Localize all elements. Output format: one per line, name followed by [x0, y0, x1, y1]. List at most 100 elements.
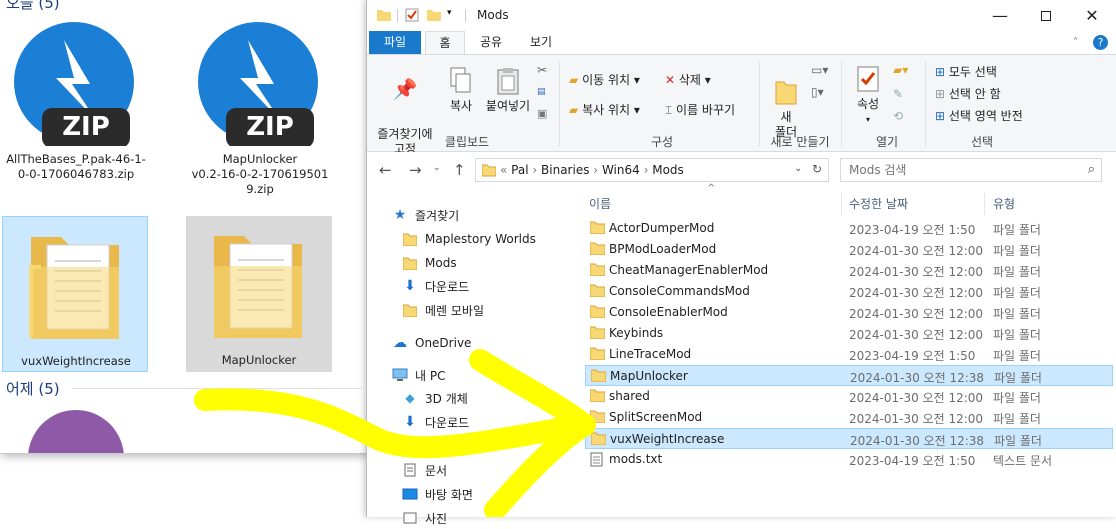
maximize-button[interactable]	[1023, 0, 1069, 31]
file-name: MapUnlocker	[610, 369, 688, 383]
folder-icon	[401, 255, 419, 271]
file-name: ActorDumperMod	[609, 221, 715, 235]
file-date: 2024-01-30 오전 12:00	[849, 391, 984, 405]
select-group-label: 선택	[970, 135, 994, 149]
address-bar[interactable]: « Pal › Binaries › Win64 › Mods ⌄ ↻	[475, 158, 829, 182]
tab-share[interactable]: 공유	[469, 31, 513, 55]
nav-item-videos[interactable]: 동영상	[401, 435, 458, 457]
nav-item-downloads[interactable]: ⬇ 다운로드	[401, 275, 469, 297]
qat-customize-chevron-icon[interactable]: ▾	[447, 8, 452, 18]
properties-button[interactable]: 속성 ▾	[849, 65, 887, 127]
search-icon[interactable]: ⌕	[1088, 162, 1095, 177]
open-icon[interactable]: ▰▾	[893, 63, 908, 77]
invert-selection-button[interactable]: ⊞ 선택 영역 반전	[935, 107, 1023, 124]
file-row[interactable]: ConsoleCommandsMod 2024-01-30 오전 12:00 파일 …	[585, 281, 1113, 302]
move-to-icon: ▰	[569, 73, 579, 87]
nav-item-maplestory-worlds[interactable]: Maplestory Worlds	[401, 228, 536, 250]
move-to-button[interactable]: ▰ 이동 위치 ▾	[569, 71, 640, 88]
nav-item-3d-objects[interactable]: ◆ 3D 개체	[401, 387, 467, 409]
tab-file[interactable]: 파일	[369, 31, 421, 55]
zip-file-tile[interactable]: ZIP AllTheBases_P.pak-46-1- 0-0-17060467…	[2, 18, 150, 188]
address-history-chevron-icon[interactable]: ⌄	[794, 163, 802, 174]
refresh-icon[interactable]: ↻	[812, 162, 822, 176]
nav-item-mods[interactable]: Mods	[401, 252, 457, 274]
file-date: 2024-01-30 오전 12:38	[850, 434, 985, 448]
nav-quick-access[interactable]: ★ 즐겨찾기	[391, 204, 459, 226]
breadcrumb-item[interactable]: Win64	[602, 163, 640, 177]
history-icon[interactable]: ⟲	[893, 109, 903, 123]
back-arrow-icon[interactable]: ←	[379, 161, 392, 179]
new-folder-qat-icon[interactable]	[427, 8, 441, 22]
file-type: 파일 폴더	[993, 265, 1041, 279]
up-arrow-icon[interactable]: ↑	[453, 161, 466, 179]
file-row[interactable]: Keybinds 2024-01-30 오전 12:00 파일 폴더	[585, 323, 1113, 344]
search-input[interactable]	[849, 163, 1069, 177]
file-row[interactable]: ConsoleEnablerMod 2024-01-30 오전 12:00 파일 폴…	[585, 302, 1113, 323]
copy-path-icon[interactable]: ▤	[537, 87, 546, 97]
file-row-selected[interactable]: MapUnlocker 2024-01-30 오전 12:38 파일 폴더	[585, 365, 1113, 386]
column-header-name[interactable]: 이름	[589, 193, 837, 217]
copy-button[interactable]: 복사	[443, 67, 479, 114]
computer-icon	[391, 367, 409, 383]
file-name: BPModLoaderMod	[609, 242, 717, 256]
column-header-date[interactable]: 수정한 날짜	[849, 193, 979, 217]
purple-app-icon[interactable]	[28, 410, 124, 453]
column-separator[interactable]	[841, 193, 842, 215]
file-row[interactable]: LineTraceMod 2023-04-19 오전 1:50 파일 폴더	[585, 344, 1113, 365]
zip-file-tile[interactable]: ZIP MapUnlocker v0.2-16-0-2-170619501 9.…	[186, 18, 334, 200]
breadcrumb-item[interactable]: Binaries	[541, 163, 589, 177]
close-button[interactable]: ✕	[1069, 0, 1115, 31]
file-row[interactable]: SplitScreenMod 2024-01-30 오전 12:00 파일 폴더	[585, 407, 1113, 428]
nav-item-desktop[interactable]: 바탕 화면	[401, 483, 473, 505]
ribbon-collapse-chevron-icon[interactable]: ˄	[1073, 37, 1078, 48]
minimize-button[interactable]: —	[977, 0, 1023, 31]
forward-arrow-icon[interactable]: →	[409, 161, 422, 179]
easy-access-icon[interactable]: ▯▾	[811, 85, 824, 99]
folder-tile-mapunlocker[interactable]: MapUnlocker	[186, 216, 332, 372]
file-row-selected[interactable]: vuxWeightIncrease 2024-01-30 오전 12:38 파일 폴…	[585, 428, 1113, 449]
select-all-button[interactable]: ⊞ 모두 선택	[935, 63, 997, 80]
group-header-today[interactable]: 오늘 (5)	[6, 0, 60, 13]
paste-button[interactable]: 붙여넣기	[483, 67, 533, 114]
rename-button[interactable]: ⌶ 이름 바꾸기	[665, 101, 735, 118]
help-icon[interactable]: ?	[1093, 35, 1108, 50]
tab-view[interactable]: 보기	[519, 31, 563, 55]
column-header-type[interactable]: 유형	[993, 193, 1093, 217]
delete-x-icon: ✕	[665, 73, 676, 87]
copy-to-button[interactable]: ▰ 복사 위치 ▾	[569, 101, 640, 118]
file-type: 파일 폴더	[994, 371, 1042, 385]
recent-locations-chevron-icon[interactable]: ⌄	[433, 163, 441, 173]
file-row[interactable]: CheatManagerEnablerMod 2024-01-30 오전 12:0…	[585, 260, 1113, 281]
search-box[interactable]: ⌕	[840, 158, 1102, 182]
nav-this-pc[interactable]: 내 PC	[391, 364, 445, 386]
select-none-button[interactable]: ⊞ 선택 안 함	[935, 85, 1001, 102]
file-name: SplitScreenMod	[609, 410, 703, 424]
tab-home[interactable]: 홈	[425, 31, 465, 55]
nav-item-pc-downloads[interactable]: ⬇ 다운로드	[401, 411, 469, 433]
nav-label: OneDrive	[415, 336, 472, 350]
folder-tile-vuxweightincrease[interactable]: vuxWeightIncrease	[2, 216, 148, 372]
edit-icon[interactable]: ✎	[893, 87, 903, 101]
file-row[interactable]: BPModLoaderMod 2024-01-30 오전 12:00 파일 폴더	[585, 239, 1113, 260]
zip-badge-text: ZIP	[246, 112, 294, 142]
nav-onedrive[interactable]: ☁ OneDrive	[391, 332, 471, 354]
cut-icon[interactable]: ✂	[537, 63, 547, 77]
nav-item-documents[interactable]: 문서	[401, 459, 447, 481]
breadcrumb-item[interactable]: Mods	[652, 163, 684, 177]
file-name: CheatManagerEnablerMod	[609, 263, 769, 277]
nav-item-meren-mobile[interactable]: 메렌 모바일	[401, 299, 484, 321]
file-row[interactable]: mods.txt 2023-04-19 오전 1:50 텍스트 문서	[585, 449, 1113, 470]
new-item-icon[interactable]: ▭▾	[811, 63, 828, 77]
desktop-icon	[401, 486, 419, 502]
delete-button[interactable]: ✕ 삭제 ▾	[665, 71, 711, 88]
file-name: shared	[609, 389, 650, 403]
folder-icon	[589, 284, 606, 300]
nav-item-pictures[interactable]: 사진	[401, 507, 447, 529]
paste-shortcut-icon[interactable]: ▣	[537, 107, 547, 120]
file-row[interactable]: shared 2024-01-30 오전 12:00 파일 폴더	[585, 386, 1113, 407]
file-row[interactable]: ActorDumperMod 2023-04-19 오전 1:50 파일 폴더	[585, 218, 1113, 239]
breadcrumb-item[interactable]: Pal	[511, 163, 528, 177]
column-separator[interactable]	[984, 193, 985, 215]
group-header-yesterday[interactable]: 어제 (5)	[6, 378, 60, 399]
properties-qat-icon[interactable]	[405, 8, 419, 22]
